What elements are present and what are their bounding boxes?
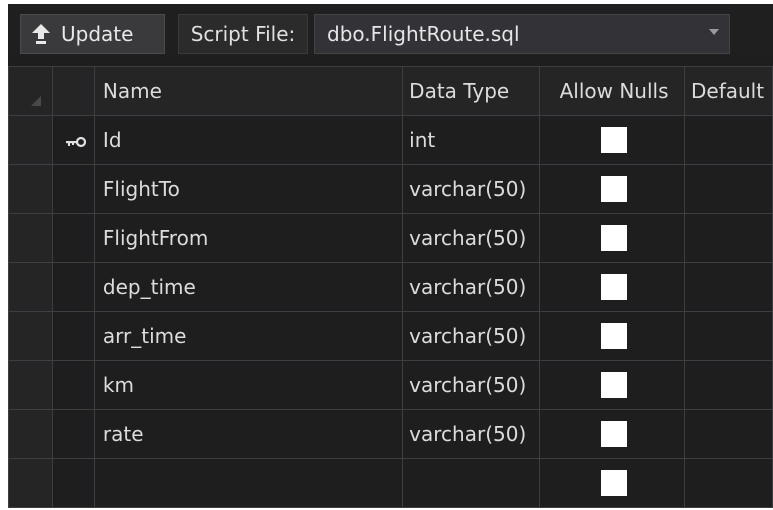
update-button[interactable]: Update xyxy=(20,14,165,54)
default-cell[interactable] xyxy=(683,164,773,214)
default-cell[interactable] xyxy=(683,458,773,508)
allow-nulls-checkbox[interactable] xyxy=(601,470,628,497)
name-cell[interactable]: arr_time xyxy=(93,311,404,361)
columns-table: Name Data Type Allow Nulls Default Id in… xyxy=(8,66,773,508)
name-cell[interactable]: FlightFrom xyxy=(93,213,404,263)
key-cell xyxy=(51,164,95,214)
name-cell[interactable]: km xyxy=(93,360,404,410)
toolbar-spacer xyxy=(730,14,773,54)
table-row[interactable]: rate varchar(50) xyxy=(8,409,773,459)
data-type-cell[interactable]: varchar(50) xyxy=(402,213,541,263)
script-file-value: dbo.FlightRoute.sql xyxy=(327,22,520,46)
row-selector[interactable] xyxy=(8,458,53,508)
table-row[interactable]: FlightTo varchar(50) xyxy=(8,164,773,214)
select-all-corner[interactable] xyxy=(8,66,53,116)
row-selector[interactable] xyxy=(8,164,53,214)
table-row-new[interactable] xyxy=(8,458,773,508)
table-row[interactable]: dep_time varchar(50) xyxy=(8,262,773,312)
script-file-dropdown[interactable]: dbo.FlightRoute.sql xyxy=(314,14,730,54)
chevron-down-icon xyxy=(709,29,719,35)
name-cell[interactable]: FlightTo xyxy=(93,164,404,214)
allow-nulls-cell[interactable] xyxy=(539,262,685,312)
key-cell xyxy=(51,213,95,263)
allow-nulls-checkbox[interactable] xyxy=(601,225,628,252)
default-cell[interactable] xyxy=(683,213,773,263)
allow-nulls-cell[interactable] xyxy=(539,409,685,459)
allow-nulls-checkbox[interactable] xyxy=(601,127,628,154)
corner-triangle-icon xyxy=(31,96,41,106)
name-cell[interactable]: rate xyxy=(93,409,404,459)
data-type-cell[interactable]: varchar(50) xyxy=(402,360,541,410)
allow-nulls-checkbox[interactable] xyxy=(601,176,628,203)
table-row[interactable]: Id int xyxy=(8,115,773,165)
row-selector[interactable] xyxy=(8,262,53,312)
columns-grid: Name Data Type Allow Nulls Default Id in… xyxy=(8,66,773,508)
data-type-cell[interactable]: int xyxy=(402,115,541,165)
allow-nulls-checkbox[interactable] xyxy=(601,323,628,350)
allow-nulls-cell[interactable] xyxy=(539,213,685,263)
row-selector[interactable] xyxy=(8,311,53,361)
default-cell[interactable] xyxy=(683,409,773,459)
allow-nulls-checkbox[interactable] xyxy=(601,274,628,301)
key-cell xyxy=(51,409,95,459)
toolbar: Update Script File: dbo.FlightRoute.sql xyxy=(8,4,773,58)
row-selector[interactable] xyxy=(8,213,53,263)
key-icon xyxy=(65,129,87,153)
header-row: Name Data Type Allow Nulls Default xyxy=(8,66,773,116)
allow-nulls-cell[interactable] xyxy=(539,311,685,361)
allow-nulls-checkbox[interactable] xyxy=(601,421,628,448)
allow-nulls-cell[interactable] xyxy=(539,115,685,165)
name-cell[interactable] xyxy=(93,458,404,508)
table-row[interactable]: arr_time varchar(50) xyxy=(8,311,773,361)
key-cell xyxy=(51,262,95,312)
column-header-allow-nulls[interactable]: Allow Nulls xyxy=(539,66,685,116)
row-selector[interactable] xyxy=(8,409,53,459)
column-header-name[interactable]: Name xyxy=(93,66,404,116)
table-row[interactable]: FlightFrom varchar(50) xyxy=(8,213,773,263)
allow-nulls-cell[interactable] xyxy=(539,164,685,214)
arrow-up-icon xyxy=(31,22,51,46)
default-cell[interactable] xyxy=(683,262,773,312)
allow-nulls-cell[interactable] xyxy=(539,458,685,508)
default-cell[interactable] xyxy=(683,115,773,165)
column-header-data-type[interactable]: Data Type xyxy=(402,66,541,116)
key-cell xyxy=(51,311,95,361)
data-type-cell[interactable]: varchar(50) xyxy=(402,164,541,214)
key-cell xyxy=(51,458,95,508)
name-cell[interactable]: dep_time xyxy=(93,262,404,312)
row-selector[interactable] xyxy=(8,115,53,165)
row-selector[interactable] xyxy=(8,360,53,410)
allow-nulls-cell[interactable] xyxy=(539,360,685,410)
update-button-label: Update xyxy=(61,22,134,46)
data-type-cell[interactable] xyxy=(402,458,541,508)
name-cell[interactable]: Id xyxy=(93,115,404,165)
table-row[interactable]: km varchar(50) xyxy=(8,360,773,410)
key-cell xyxy=(51,115,95,165)
table-designer-window: Update Script File: dbo.FlightRoute.sql … xyxy=(8,4,773,508)
data-type-cell[interactable]: varchar(50) xyxy=(402,409,541,459)
key-column-header xyxy=(51,66,95,116)
allow-nulls-checkbox[interactable] xyxy=(601,372,628,399)
default-cell[interactable] xyxy=(683,360,773,410)
key-cell xyxy=(51,360,95,410)
data-type-cell[interactable]: varchar(50) xyxy=(402,262,541,312)
column-header-default[interactable]: Default xyxy=(683,66,773,116)
script-file-label: Script File: xyxy=(178,14,308,54)
data-type-cell[interactable]: varchar(50) xyxy=(402,311,541,361)
default-cell[interactable] xyxy=(683,311,773,361)
